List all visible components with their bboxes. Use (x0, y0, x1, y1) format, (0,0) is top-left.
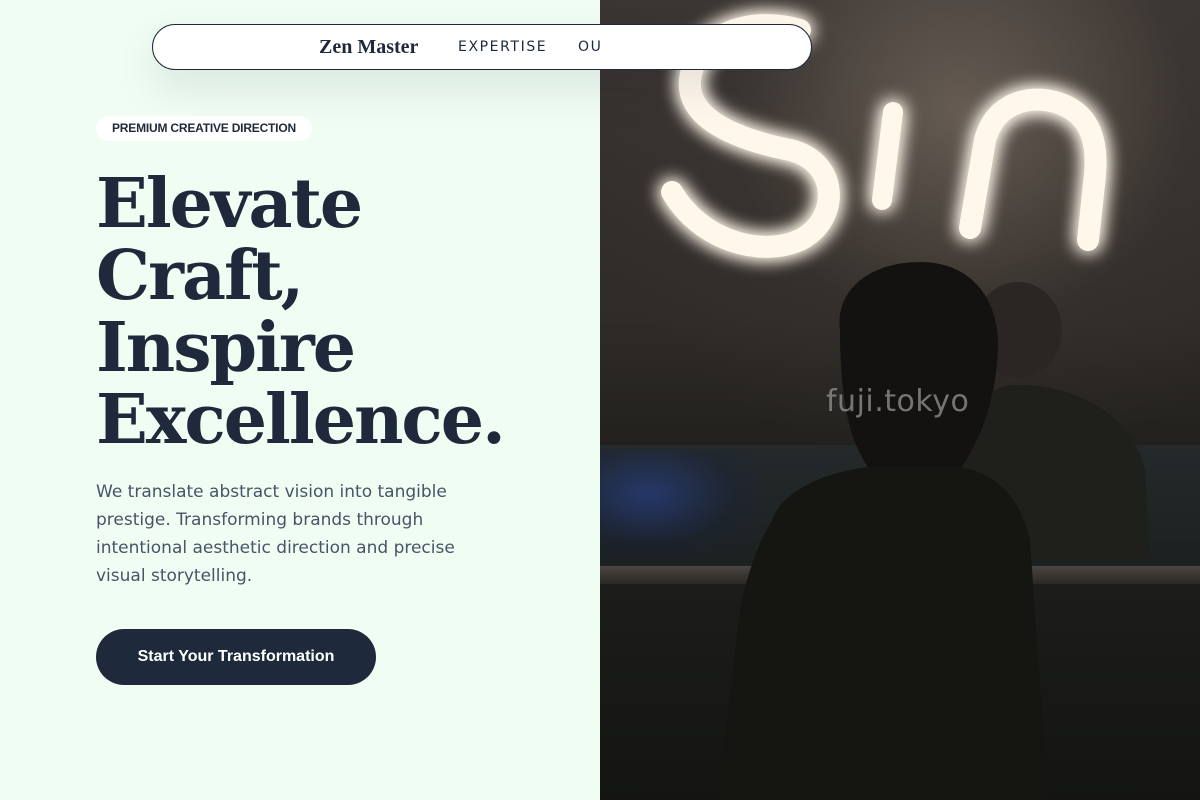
hero-description: We translate abstract vision into tangib… (96, 482, 455, 586)
brand-logo[interactable]: Zen Master (319, 36, 418, 59)
photo-watermark: fuji.tokyo (826, 384, 970, 419)
eyebrow-badge: PREMIUM CREATIVE DIRECTION (96, 116, 312, 141)
nav-link-ou[interactable]: OU (578, 39, 602, 55)
headline-line: Elevate (96, 164, 363, 244)
top-navigation: Zen Master EXPERTISE OU (152, 24, 812, 70)
headline-line: Craft, (96, 236, 304, 316)
headline-line: Inspire (96, 308, 356, 388)
headline-line: Excellence. (96, 380, 506, 460)
nav-link-expertise[interactable]: EXPERTISE (458, 39, 547, 55)
start-transformation-button[interactable]: Start Your Transformation (96, 629, 376, 685)
hero-headline: Elevate Craft, Inspire Excellence. (96, 164, 506, 460)
